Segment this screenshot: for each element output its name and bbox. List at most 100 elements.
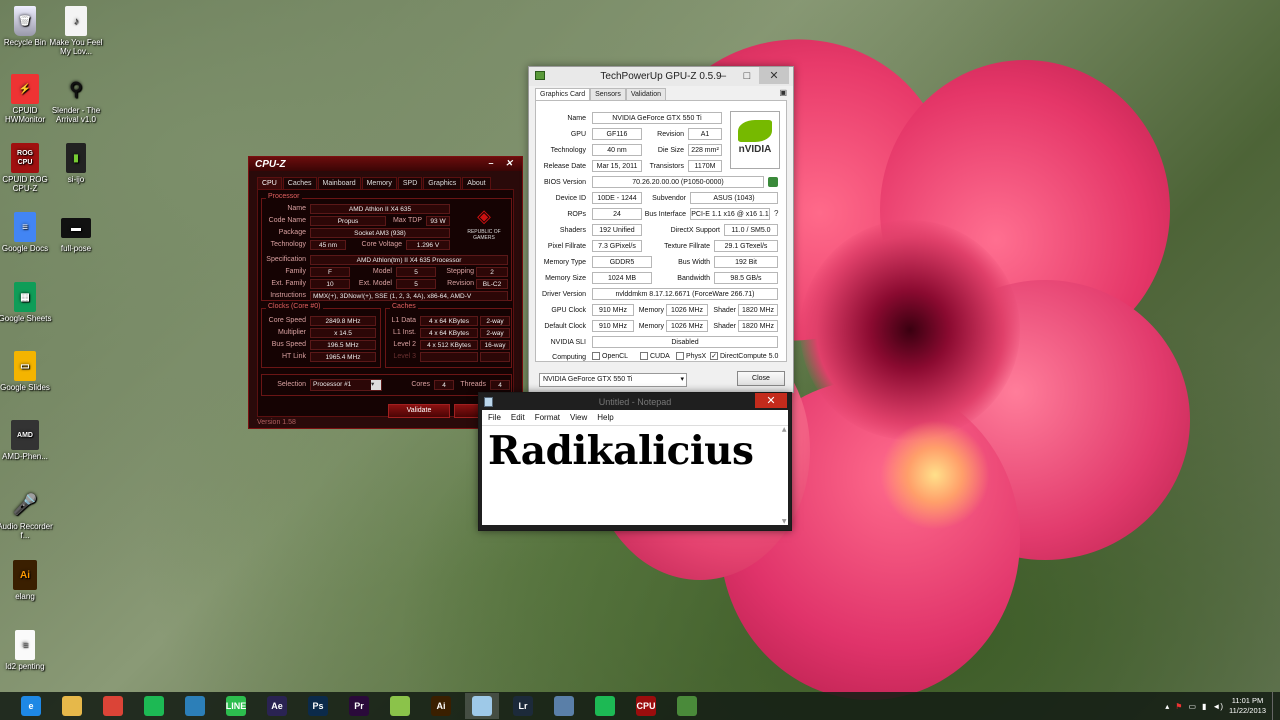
computing-label: Computing xyxy=(552,354,586,361)
maximize-button[interactable]: □ xyxy=(735,67,759,84)
tab-memory[interactable]: Memory xyxy=(361,177,397,189)
spotify-2-icon xyxy=(595,696,615,716)
gpuz-icon xyxy=(677,696,697,716)
subvendor-value: ASUS (1043) xyxy=(690,192,778,204)
menu-help[interactable]: Help xyxy=(597,413,613,422)
selection-dropdown[interactable]: Processor #1 ▾ xyxy=(310,379,382,391)
clock-date: 11/22/2013 xyxy=(1229,706,1266,715)
amd-image-icon: AMD xyxy=(11,420,39,450)
cpuz-window[interactable]: CPU-Z – ✕ CPU Caches Mainboard Memory SP… xyxy=(248,156,523,429)
taskbar-lightroom-button[interactable]: Lr xyxy=(506,693,540,719)
physx-checkbox[interactable]: PhysX xyxy=(676,352,706,360)
taskbar-network-app-button[interactable] xyxy=(547,693,581,719)
action-center-flag-icon[interactable]: ⚑ xyxy=(1175,702,1182,711)
show-desktop-button[interactable] xyxy=(1272,692,1276,720)
name-value: NVIDIA GeForce GTX 550 Ti xyxy=(592,112,722,124)
checkbox-icon xyxy=(640,352,648,360)
menu-file[interactable]: File xyxy=(488,413,501,422)
tab-mainboard[interactable]: Mainboard xyxy=(317,177,361,189)
desktop-icon-full-pose[interactable]: ▬ full-pose xyxy=(45,212,107,253)
desktop-icon-google-sheets[interactable]: ▦ Google Sheets xyxy=(0,282,56,323)
opencl-checkbox[interactable]: OpenCL xyxy=(592,352,628,360)
menu-view[interactable]: View xyxy=(570,413,587,422)
taskbar-after-effects-button[interactable]: Ae xyxy=(260,693,294,719)
tab-validation[interactable]: Validation xyxy=(625,88,667,100)
gpuz-titlebar[interactable]: TechPowerUp GPU-Z 0.5.9 – □ ✕ xyxy=(529,67,793,86)
tab-cpu[interactable]: CPU xyxy=(257,177,282,189)
notepad-text-area[interactable]: Radikalicius ▲ ▼ xyxy=(482,425,788,525)
menu-edit[interactable]: Edit xyxy=(511,413,525,422)
rog-eye-icon: ◈ xyxy=(477,206,491,226)
volume-icon[interactable]: ◄) xyxy=(1212,702,1223,711)
desktop-icon-amd-phenom[interactable]: AMD AMD-Phen... xyxy=(0,420,56,461)
desktop-icon-si-ijo[interactable]: ▮ si-ijo xyxy=(45,143,107,184)
extmodel-label: Ext. Model xyxy=(358,280,392,287)
texturefill-value: 29.1 GTexel/s xyxy=(714,240,778,252)
desktop-icon-elang[interactable]: Ai elang xyxy=(0,560,56,601)
close-button[interactable]: ✕ xyxy=(755,393,787,408)
clock[interactable]: 11:01 PM 11/22/2013 xyxy=(1229,696,1266,716)
desktop-icon-ld2-penting[interactable]: ≡ ld2 penting xyxy=(0,630,56,671)
gpuz-tabs: Graphics Card Sensors Validation ▣ xyxy=(529,86,793,100)
taskbar-file-explorer-button[interactable] xyxy=(55,693,89,719)
taskbar-spotify-button[interactable] xyxy=(137,693,171,719)
cpuz-titlebar[interactable]: CPU-Z – ✕ xyxy=(249,157,522,171)
taskbar-internet-explorer-button[interactable]: e xyxy=(14,693,48,719)
tab-sensors[interactable]: Sensors xyxy=(590,88,626,100)
gpuz-window[interactable]: TechPowerUp GPU-Z 0.5.9 – □ ✕ Graphics C… xyxy=(528,66,794,393)
taskbar-gpuz-button[interactable] xyxy=(670,693,704,719)
cuda-checkbox[interactable]: CUDA xyxy=(640,352,670,360)
taskbar-chrome-button[interactable] xyxy=(96,693,130,719)
camera-icon[interactable]: ▣ xyxy=(779,88,787,100)
shaders-value: 192 Unified xyxy=(592,224,642,236)
busspeed-label: Bus Speed xyxy=(271,341,306,348)
taskbar-line-button[interactable]: LINE xyxy=(219,693,253,719)
bios-save-icon[interactable] xyxy=(768,177,778,187)
tab-graphics-card[interactable]: Graphics Card xyxy=(535,88,591,100)
taskbar-app-blue-button[interactable] xyxy=(178,693,212,719)
taskbar-notepad-button[interactable] xyxy=(465,693,499,719)
menu-format[interactable]: Format xyxy=(535,413,560,422)
desktop-icon-audio-recorder[interactable]: 🎤 Audio Recorder f... xyxy=(0,490,56,541)
close-button[interactable]: ✕ xyxy=(759,67,789,84)
tab-about[interactable]: About xyxy=(462,177,491,189)
taskbar-premiere-button[interactable]: Pr xyxy=(342,693,376,719)
revision-value: A1 xyxy=(688,128,722,140)
taskbar-rog-cpuz-button[interactable]: CPU xyxy=(629,693,663,719)
name-label: Name xyxy=(567,115,586,122)
notepad-window[interactable]: Untitled - Notepad ✕ File Edit Format Vi… xyxy=(478,392,792,531)
app-blue-icon xyxy=(185,696,205,716)
l1inst-value: 4 x 64 KBytes xyxy=(420,328,478,338)
battery-icon[interactable]: ▮ xyxy=(1202,702,1206,711)
directcompute-checkbox[interactable]: ✓ DirectCompute 5.0 xyxy=(710,352,778,360)
desktop-icon-mp3[interactable]: ♪ Make You Feel My Lov... xyxy=(45,6,107,56)
show-hidden-icons-icon[interactable]: ▴ xyxy=(1165,702,1169,711)
threads-value: 4 xyxy=(490,380,510,390)
instructions-value: MMX(+), 3DNow!(+), SSE (1, 2, 3, 4A), x8… xyxy=(310,291,508,301)
scroll-up-icon[interactable]: ▲ xyxy=(782,426,787,433)
minimize-button[interactable]: – xyxy=(711,67,735,84)
desktop-icon-google-slides[interactable]: ▭ Google Slides xyxy=(0,351,56,392)
after-effects-icon: Ae xyxy=(267,696,287,716)
taskbar-photoshop-button[interactable]: Ps xyxy=(301,693,335,719)
card-select-dropdown[interactable]: NVIDIA GeForce GTX 550 Ti ▾ xyxy=(539,373,687,387)
network-icon[interactable]: ▭ xyxy=(1188,702,1196,711)
scroll-down-icon[interactable]: ▼ xyxy=(782,518,787,525)
app-green-icon xyxy=(390,696,410,716)
tab-spd[interactable]: SPD xyxy=(397,177,423,189)
driver-label: Driver Version xyxy=(542,291,586,298)
help-icon[interactable]: ? xyxy=(774,209,778,218)
tab-graphics[interactable]: Graphics xyxy=(423,177,462,189)
taskbar-spotify-2-button[interactable] xyxy=(588,693,622,719)
tab-caches[interactable]: Caches xyxy=(282,177,317,189)
close-button[interactable]: ✕ xyxy=(500,157,518,169)
rops-value: 24 xyxy=(592,208,642,220)
taskbar-illustrator-button[interactable]: Ai xyxy=(424,693,458,719)
notepad-titlebar[interactable]: Untitled - Notepad ✕ xyxy=(479,393,791,410)
taskbar-app-green-button[interactable] xyxy=(383,693,417,719)
minimize-button[interactable]: – xyxy=(482,157,500,169)
close-dialog-button[interactable]: Close xyxy=(737,371,785,386)
family-value: F xyxy=(310,267,350,277)
validate-button[interactable]: Validate xyxy=(388,404,450,418)
desktop-icon-slender[interactable]: ⚲ Slender - The Arrival v1.0 xyxy=(45,74,107,125)
